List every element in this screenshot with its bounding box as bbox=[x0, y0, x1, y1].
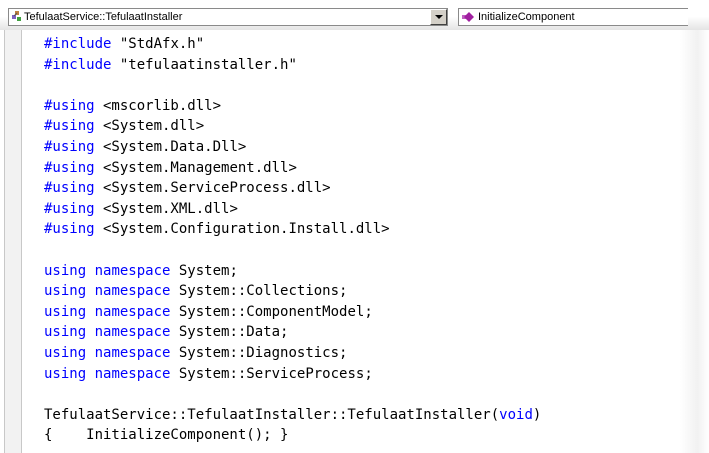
code-line[interactable]: #using <System.ServiceProcess.dll> bbox=[44, 178, 541, 199]
code-token: System::ComponentModel; bbox=[170, 303, 373, 320]
code-token: "StdAfx.h" bbox=[111, 36, 205, 52]
code-line[interactable]: using namespace System::ComponentModel; bbox=[44, 302, 541, 323]
member-dropdown-value: InitializeComponent bbox=[478, 11, 575, 23]
code-line[interactable]: #using <System.Configuration.Install.dll… bbox=[44, 219, 541, 240]
code-token: System::Data; bbox=[170, 324, 289, 341]
keyword-token: namespace bbox=[94, 283, 171, 300]
keyword-token: using bbox=[44, 324, 87, 341]
code-token: <System.XML.dll> bbox=[94, 200, 238, 217]
code-token: ) bbox=[532, 406, 542, 423]
keyword-token: using bbox=[44, 344, 87, 361]
code-line[interactable]: #using <System.dll> bbox=[44, 116, 541, 137]
keyword-token: void bbox=[499, 406, 533, 423]
code-line[interactable]: using namespace System::Diagnostics; bbox=[44, 343, 541, 364]
code-line[interactable]: using namespace System::Collections; bbox=[44, 281, 541, 302]
keyword-token: #using bbox=[44, 200, 95, 217]
code-token: <System.dll> bbox=[94, 118, 205, 135]
code-line[interactable]: #include "tefulaatinstaller.h" bbox=[44, 55, 541, 76]
keyword-token: namespace bbox=[94, 344, 171, 361]
code-line[interactable] bbox=[44, 384, 541, 405]
code-token: <System.Configuration.Install.dll> bbox=[94, 221, 390, 238]
code-line[interactable]: TefulaatService::TefulaatInstaller::Tefu… bbox=[44, 405, 541, 426]
code-line[interactable] bbox=[44, 75, 541, 96]
code-token: System::Diagnostics; bbox=[170, 344, 348, 361]
code-line[interactable]: using namespace System; bbox=[44, 261, 541, 282]
keyword-token: namespace bbox=[94, 324, 171, 341]
code-token: { InitializeComponent(); } bbox=[44, 427, 289, 444]
source-code[interactable]: #include "StdAfx.h" #include "tefulaatins… bbox=[44, 34, 541, 446]
keyword-token: #using bbox=[44, 221, 95, 238]
keyword-token: #using bbox=[44, 118, 95, 135]
code-token: System::Collections; bbox=[170, 283, 348, 300]
code-line[interactable]: using namespace System::Data; bbox=[44, 322, 541, 343]
keyword-token: #using bbox=[44, 159, 95, 176]
keyword-token: namespace bbox=[94, 365, 171, 382]
code-token: System; bbox=[170, 262, 238, 279]
keyword-token: #using bbox=[44, 138, 95, 155]
code-token: TefulaatService::TefulaatInstaller::Tefu… bbox=[44, 406, 500, 423]
navigation-bar: TefulaatService::TefulaatInstaller Initi… bbox=[0, 0, 709, 30]
keyword-token: using bbox=[44, 365, 87, 382]
keyword-token: using bbox=[44, 262, 87, 279]
chevron-down-icon bbox=[435, 15, 443, 19]
code-editor[interactable]: #include "StdAfx.h" #include "tefulaatins… bbox=[0, 30, 709, 453]
class-icon bbox=[12, 11, 21, 21]
code-token: <System.ServiceProcess.dll> bbox=[94, 180, 331, 197]
class-dropdown-button[interactable] bbox=[430, 9, 447, 25]
code-line[interactable]: #using <mscorlib.dll> bbox=[44, 96, 541, 117]
code-line[interactable]: { InitializeComponent(); } bbox=[44, 425, 541, 446]
code-token: "tefulaatinstaller.h" bbox=[111, 56, 297, 73]
code-line[interactable]: #using <System.XML.dll> bbox=[44, 199, 541, 220]
keyword-token: using bbox=[44, 303, 87, 320]
keyword-token: using bbox=[44, 283, 87, 300]
code-token: System::ServiceProcess; bbox=[170, 365, 373, 382]
code-line[interactable]: #include "StdAfx.h" bbox=[44, 34, 541, 55]
code-token: <System.Management.dll> bbox=[94, 159, 297, 176]
keyword-token: #include bbox=[44, 36, 112, 52]
keyword-token: #using bbox=[44, 180, 95, 197]
code-line[interactable]: #using <System.Management.dll> bbox=[44, 158, 541, 179]
code-line[interactable]: using namespace System::ServiceProcess; bbox=[44, 364, 541, 385]
member-dropdown[interactable]: InitializeComponent bbox=[458, 8, 688, 26]
keyword-token: namespace bbox=[94, 262, 171, 279]
keyword-token: #include bbox=[44, 56, 112, 73]
code-token: <System.Data.Dll> bbox=[94, 138, 247, 155]
method-icon bbox=[462, 12, 474, 22]
editor-edge-shadow bbox=[680, 30, 709, 453]
class-dropdown[interactable]: TefulaatService::TefulaatInstaller bbox=[8, 8, 448, 26]
code-token: <mscorlib.dll> bbox=[94, 97, 222, 114]
code-line[interactable] bbox=[44, 240, 541, 261]
class-dropdown-value: TefulaatService::TefulaatInstaller bbox=[24, 11, 183, 23]
code-line[interactable]: #using <System.Data.Dll> bbox=[44, 137, 541, 158]
keyword-token: namespace bbox=[94, 303, 171, 320]
keyword-token: #using bbox=[44, 97, 95, 114]
editor-margin bbox=[4, 30, 22, 453]
